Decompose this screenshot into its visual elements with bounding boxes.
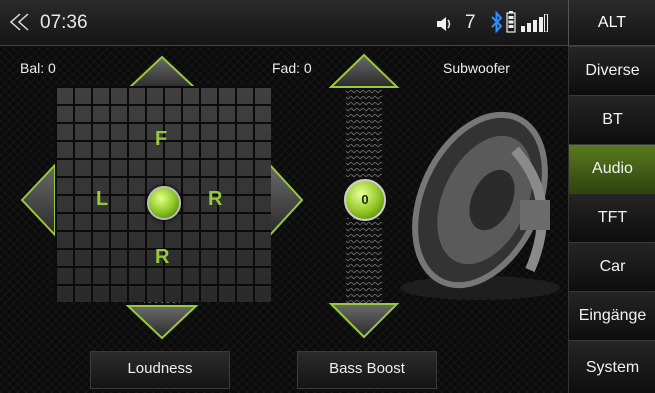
sidebar-item-car[interactable]: Car (569, 242, 655, 291)
sidebar-item-eingaenge[interactable]: Eingänge (569, 291, 655, 340)
alt-button[interactable]: ALT (569, 0, 655, 45)
fader-down-arrow[interactable] (328, 218, 400, 339)
audio-settings-screen: 07:36 7 ALT Bal: 0 Fad: 0 Subwoofer F R … (0, 0, 655, 393)
loudness-button[interactable]: Loudness (90, 351, 230, 389)
sidebar-item-bt[interactable]: BT (569, 95, 655, 144)
sidebar-item-diverse[interactable]: Diverse (569, 46, 655, 95)
bass-boost-button[interactable]: Bass Boost (297, 351, 437, 389)
front-label: F (155, 128, 168, 150)
fader-knob[interactable]: 0 (344, 179, 386, 221)
rear-label: R (155, 246, 170, 268)
sidebar-item-audio[interactable]: Audio (569, 144, 655, 193)
sidebar-item-tft[interactable]: TFT (569, 193, 655, 242)
speaker-icon (400, 111, 560, 300)
right-label: R (208, 188, 223, 210)
sidebar-item-system[interactable]: System (569, 340, 655, 393)
sidebar: Diverse BT Audio TFT Car Eingänge System (568, 46, 655, 393)
fader-up-arrow[interactable] (328, 53, 400, 177)
balance-center-knob[interactable] (147, 186, 181, 220)
left-label: L (96, 188, 109, 210)
